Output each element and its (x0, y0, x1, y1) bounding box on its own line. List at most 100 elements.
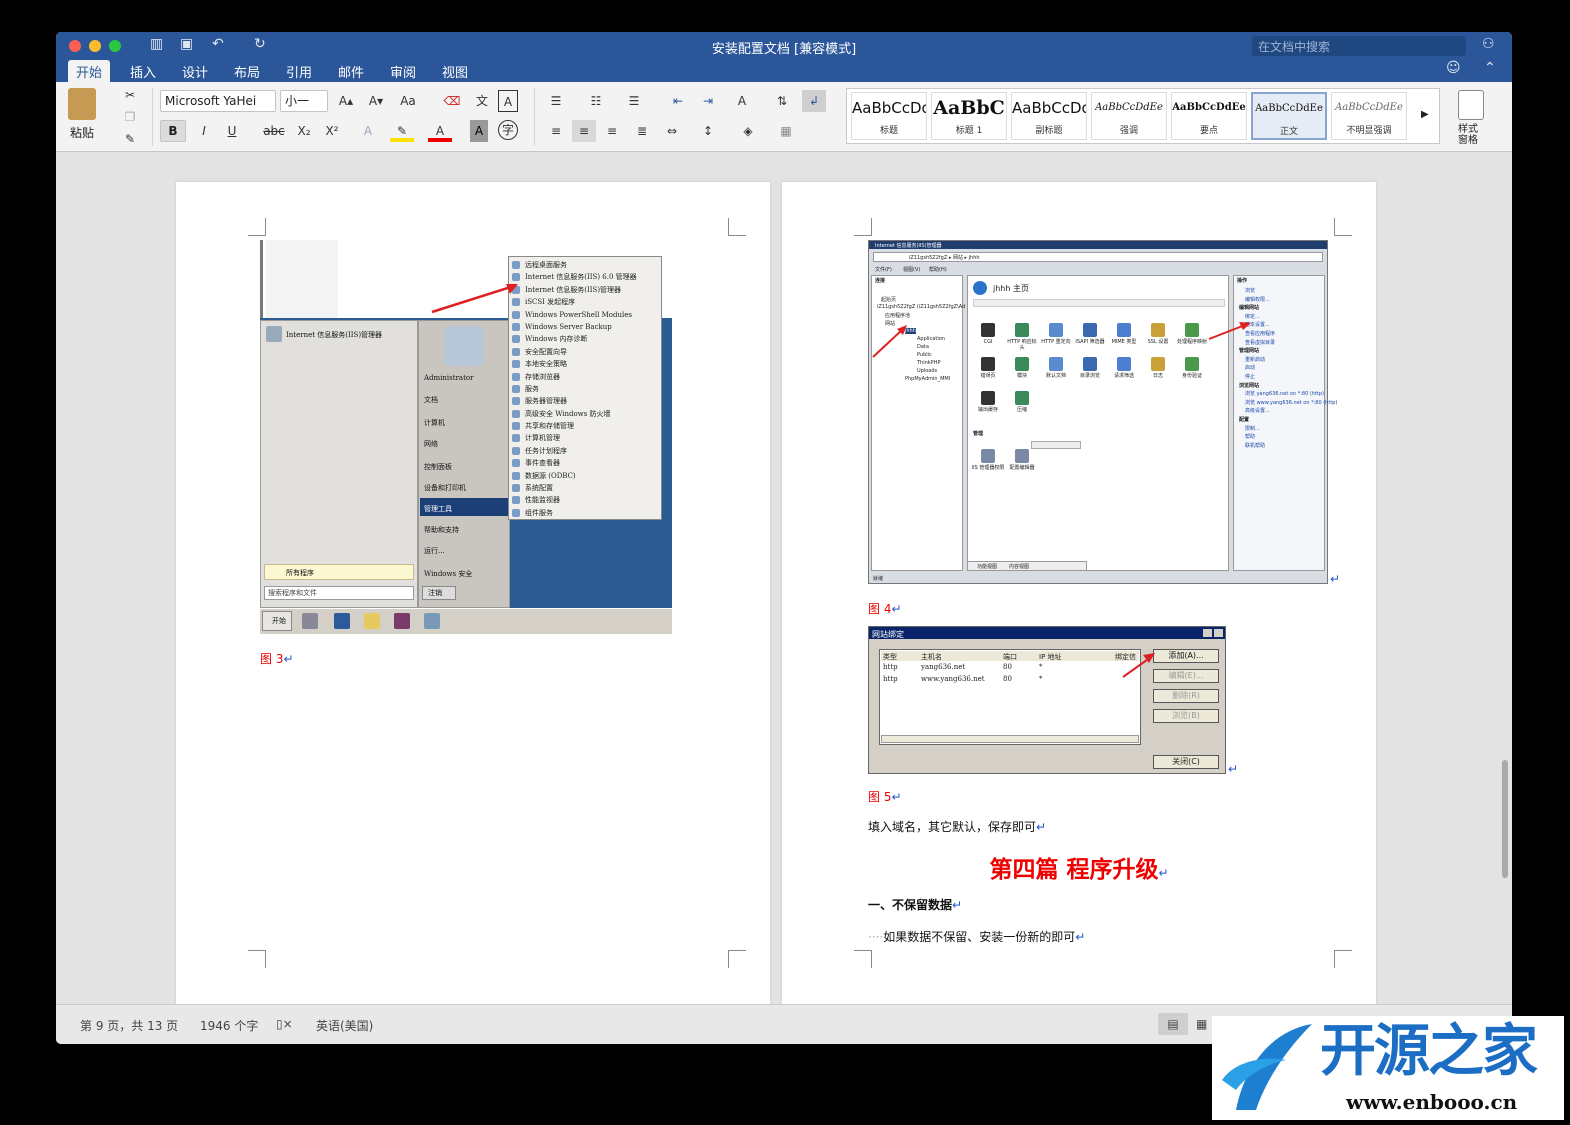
action-item[interactable]: 重新启动 (1245, 356, 1265, 363)
feature-icon[interactable] (981, 391, 995, 405)
submenu-item[interactable]: 计算机管理 (509, 432, 661, 444)
action-item[interactable]: 编辑权限... (1245, 296, 1270, 303)
submenu-item[interactable]: Windows 内存诊断 (509, 333, 661, 345)
submenu-item[interactable]: Internet 信息服务(IIS) 6.0 管理器 (509, 271, 661, 283)
action-item[interactable]: 帮助 (1245, 433, 1255, 440)
search-input[interactable]: 在文档中搜索 (1252, 36, 1466, 56)
show-marks-icon[interactable]: ↲ (802, 90, 826, 112)
taskbar-winrar-icon[interactable] (394, 613, 410, 629)
iis-menu-file[interactable]: 文件(F) (875, 266, 892, 273)
font-color-icon[interactable]: A (428, 120, 452, 142)
tab-design[interactable]: 设计 (182, 62, 208, 81)
management-icon[interactable] (1015, 449, 1029, 463)
feature-icon[interactable] (981, 323, 995, 337)
binding-close-button[interactable]: 关闭(C) (1153, 755, 1219, 769)
clear-format-icon[interactable]: ⌫ (440, 90, 464, 112)
binding-button[interactable]: 添加(A)... (1153, 649, 1219, 663)
feedback-icon[interactable]: ☺ (1446, 60, 1461, 76)
feature-icon[interactable] (1049, 357, 1063, 371)
align-center-icon[interactable]: ≡ (572, 120, 596, 142)
language-status[interactable]: 英语(美国) (316, 1017, 373, 1034)
page-count-status[interactable]: 第 9 页，共 13 页 (80, 1017, 178, 1034)
highlight-icon[interactable]: ✎ (390, 120, 414, 142)
submenu-item[interactable]: 系统配置 (509, 482, 661, 494)
paste-icon[interactable] (68, 88, 96, 120)
style-subtitle[interactable]: AaBbCcDd 副标题 (1011, 92, 1087, 140)
taskbar-server-icon[interactable] (302, 613, 318, 629)
multilevel-list-icon[interactable]: ☰ (622, 90, 646, 112)
start-search-input[interactable]: 搜索程序和文件 (268, 588, 317, 598)
justify-icon[interactable]: ≣ (630, 120, 654, 142)
change-case-icon[interactable]: Aa (396, 90, 420, 112)
asian-layout-icon[interactable]: A (730, 90, 754, 112)
shrink-font-icon[interactable]: A▾ (364, 90, 388, 112)
start-computer-link[interactable]: 计算机 (424, 418, 445, 428)
font-name-select[interactable]: Microsoft YaHei (160, 90, 276, 112)
iis-menu-help[interactable]: 帮助(H) (929, 266, 947, 273)
web-layout-icon[interactable]: ▦ (1196, 1017, 1207, 1031)
phonetic-icon[interactable]: 文 (470, 90, 494, 112)
start-user-link[interactable]: Administrator (424, 374, 473, 382)
action-item[interactable]: 浏览 (1245, 287, 1255, 294)
style-subtle-emphasis[interactable]: AaBbCcDdEe 不明显强调 (1331, 92, 1407, 140)
submenu-item[interactable]: Windows Server Backup (509, 321, 661, 333)
action-item[interactable]: 停止 (1245, 373, 1255, 380)
tab-mailings[interactable]: 邮件 (338, 62, 364, 81)
tab-insert[interactable]: 插入 (130, 62, 156, 81)
feature-icon[interactable] (981, 357, 995, 371)
feature-icon[interactable] (1151, 323, 1165, 337)
gallery-more-icon[interactable]: ▶ (1421, 109, 1429, 120)
copy-icon[interactable]: ❐ (118, 106, 142, 128)
taskbar-powershell-icon[interactable] (334, 613, 350, 629)
increase-indent-icon[interactable]: ⇥ (696, 90, 720, 112)
numbering-icon[interactable]: ☷ (584, 90, 608, 112)
action-item[interactable]: 限制... (1245, 425, 1260, 432)
submenu-item[interactable]: Windows PowerShell Modules (509, 309, 661, 321)
submenu-item[interactable]: 事件查看器 (509, 457, 661, 469)
submenu-item[interactable]: 服务器管理器 (509, 395, 661, 407)
distribute-icon[interactable]: ⇔ (660, 120, 684, 142)
start-documents-link[interactable]: 文档 (424, 395, 438, 405)
submenu-item[interactable]: 高级安全 Windows 防火墙 (509, 408, 661, 420)
start-windows-security-link[interactable]: Windows 安全 (424, 569, 472, 579)
char-shading-icon[interactable]: A (470, 120, 488, 142)
tab-view[interactable]: 视图 (442, 62, 468, 81)
close-dialog-icon[interactable] (1214, 629, 1223, 637)
column-header[interactable]: 端口 (1003, 652, 1017, 662)
feature-icon[interactable] (1117, 323, 1131, 337)
subscript-button[interactable]: X₂ (292, 120, 316, 142)
cut-icon[interactable]: ✂ (118, 84, 142, 106)
iis-address-bar[interactable]: iZ11gsh5Z2fgZ ▸ 网站 ▸ jhhh (909, 254, 980, 261)
tab-layout[interactable]: 布局 (234, 62, 260, 81)
styles-pane-icon[interactable] (1458, 90, 1484, 120)
style-normal[interactable]: AaBbCcDdEe 正文 (1251, 92, 1327, 140)
binding-button[interactable]: 编辑(E)... (1153, 669, 1219, 683)
align-left-icon[interactable]: ≡ (544, 120, 568, 142)
column-header[interactable]: 主机名 (921, 652, 942, 662)
pinned-iis-label[interactable]: Internet 信息服务(IIS)管理器 (286, 330, 382, 340)
italic-button[interactable]: I (192, 120, 216, 142)
submenu-item[interactable]: 任务计划程序 (509, 445, 661, 457)
char-border-icon[interactable]: A (498, 90, 518, 112)
strikethrough-button[interactable]: abc (260, 120, 288, 142)
content-view-tab[interactable]: 内容视图 (1009, 563, 1029, 570)
feature-icon[interactable] (1117, 357, 1131, 371)
start-devices-link[interactable]: 设备和打印机 (424, 483, 466, 493)
horizontal-scrollbar[interactable] (881, 735, 1139, 743)
taskbar-folder-icon[interactable] (364, 613, 380, 629)
feature-icon[interactable] (1185, 357, 1199, 371)
submenu-item[interactable]: 性能监视器 (509, 494, 661, 506)
submenu-item[interactable]: 组件服务 (509, 507, 661, 519)
sort-icon[interactable]: ⇅ (770, 90, 794, 112)
start-control-panel-link[interactable]: 控制面板 (424, 462, 452, 472)
bullets-icon[interactable]: ☰ (544, 90, 568, 112)
word-count-status[interactable]: 1946 个字 (200, 1017, 258, 1034)
taskbar-iis-icon[interactable] (424, 613, 440, 629)
feature-icon[interactable] (1083, 357, 1097, 371)
bold-button[interactable]: B (160, 120, 186, 142)
logoff-button[interactable]: 注销 (428, 588, 442, 598)
all-programs-label[interactable]: 所有程序 (286, 568, 314, 578)
decrease-indent-icon[interactable]: ⇤ (666, 90, 690, 112)
action-item[interactable]: 浏览 www.yang636.net on *:80 (http) (1245, 399, 1337, 406)
tab-references[interactable]: 引用 (286, 62, 312, 81)
